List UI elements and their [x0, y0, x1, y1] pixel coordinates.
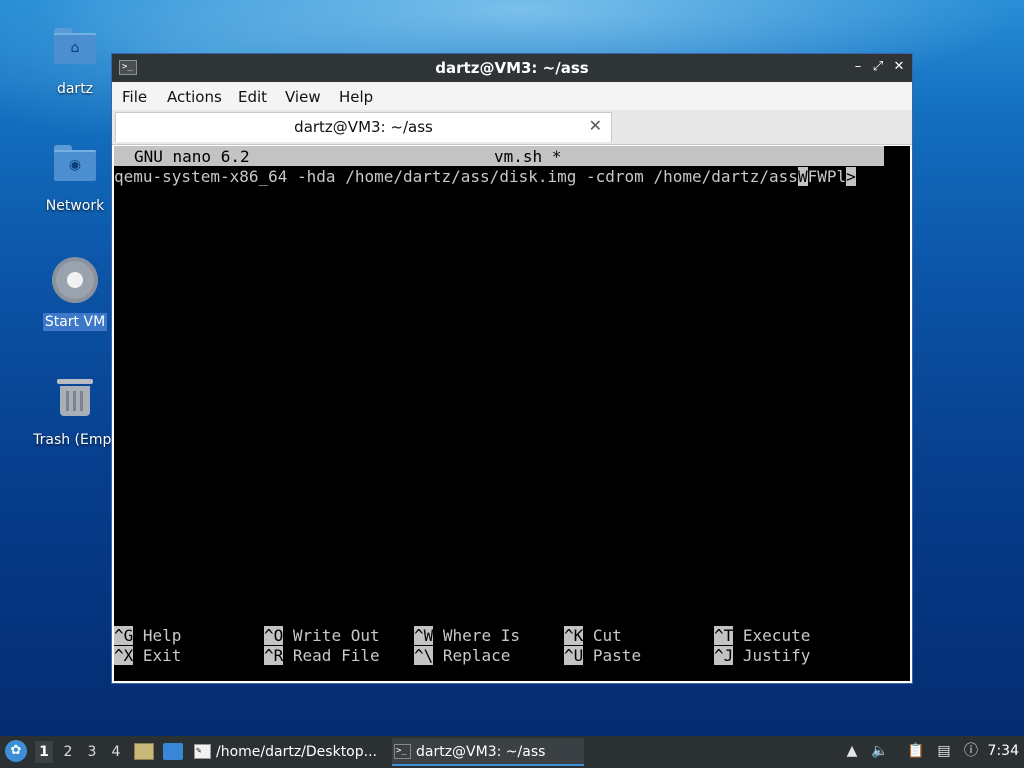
desktop-icon-label: Network: [45, 198, 105, 214]
maximize-button[interactable]: ⤢: [869, 58, 887, 76]
taskbar: ✿ 1 2 3 4 ✎ /home/dartz/Desktop... >_ da…: [0, 736, 1024, 768]
trash-icon: [51, 379, 99, 427]
workspace-4[interactable]: 4: [107, 741, 125, 763]
terminal-area[interactable]: GNU nano 6.2 vm.sh * qemu-system-x86_64 …: [114, 146, 910, 681]
gear-icon: [51, 261, 99, 309]
editor-line[interactable]: qemu-system-x86_64 -hda /home/dartz/ass/…: [114, 167, 856, 187]
shortcut-exit: ^X Exit: [114, 646, 182, 665]
home-folder-icon: ⌂: [51, 28, 99, 76]
terminal-window: >_ dartz@VM3: ~/ass – ⤢ ✕ File Actions E…: [111, 53, 913, 684]
shortcut-replace: ^\ Replace: [414, 646, 511, 665]
menu-bar: File Actions Edit View Help: [112, 82, 912, 110]
text-cursor: W: [797, 167, 808, 186]
menu-actions[interactable]: Actions: [167, 88, 222, 106]
close-button[interactable]: ✕: [890, 58, 908, 76]
show-desktop-icon[interactable]: [163, 743, 183, 760]
tab-label: dartz@VM3: ~/ass: [294, 118, 433, 136]
nano-filename: vm.sh *: [494, 147, 562, 166]
menu-edit[interactable]: Edit: [238, 88, 267, 106]
menu-help[interactable]: Help: [339, 88, 373, 106]
task-text-editor[interactable]: ✎ /home/dartz/Desktop...: [192, 738, 412, 766]
shortcut-help: ^G Help: [114, 626, 182, 645]
network-icon[interactable]: ▤: [935, 743, 953, 760]
editor-line-text: qemu-system-x86_64 -hda /home/dartz/ass/…: [114, 167, 798, 186]
shortcut-cut: ^K Cut: [564, 626, 622, 645]
text-editor-icon: ✎: [194, 744, 211, 759]
network-folder-icon: ◉: [51, 145, 99, 193]
desktop-icon-start-vm[interactable]: Start VM: [25, 256, 125, 331]
clipboard-icon[interactable]: 📋: [907, 743, 925, 760]
task-label: dartz@VM3: ~/ass: [416, 744, 546, 760]
workspace-2[interactable]: 2: [59, 741, 77, 763]
menu-file[interactable]: File: [122, 88, 147, 106]
desktop-icon-home[interactable]: ⌂ dartz: [25, 22, 125, 98]
menu-view[interactable]: View: [285, 88, 321, 106]
desktop-icon-network[interactable]: ◉ Network: [25, 139, 125, 215]
shortcut-paste: ^U Paste: [564, 646, 642, 665]
desktop-icon-label: dartz: [56, 81, 94, 97]
file-manager-icon[interactable]: [134, 743, 154, 760]
editor-line-tail: FWPl: [807, 167, 847, 186]
nano-version: GNU nano 6.2: [134, 147, 250, 166]
task-terminal[interactable]: >_ dartz@VM3: ~/ass: [392, 738, 584, 766]
desktop-icon-label: Trash (Empt: [33, 432, 117, 448]
notification-icon[interactable]: ⓘ: [962, 743, 980, 760]
nano-header: GNU nano 6.2 vm.sh *: [114, 146, 884, 166]
start-menu-button[interactable]: ✿: [5, 740, 27, 762]
terminal-icon: >_: [394, 744, 411, 759]
shortcut-justify: ^J Justify: [714, 646, 811, 665]
workspace-1[interactable]: 1: [35, 741, 53, 763]
task-label: /home/dartz/Desktop...: [216, 744, 377, 760]
desktop-icon-trash[interactable]: Trash (Empt: [25, 373, 125, 449]
line-overflow-marker: >: [846, 167, 856, 186]
window-titlebar[interactable]: >_ dartz@VM3: ~/ass – ⤢ ✕: [112, 54, 912, 82]
workspace-3[interactable]: 3: [83, 741, 101, 763]
minimize-button[interactable]: –: [849, 58, 867, 76]
tab-bar: dartz@VM3: ~/ass ✕: [112, 110, 912, 145]
clock[interactable]: 7:34: [988, 743, 1019, 759]
tab-terminal[interactable]: dartz@VM3: ~/ass ✕: [115, 112, 612, 142]
shortcut-where-is: ^W Where Is: [414, 626, 520, 645]
tab-close-icon[interactable]: ✕: [589, 116, 602, 135]
tray-arrow-icon[interactable]: ▲: [843, 743, 861, 760]
desktop-icon-label: Start VM: [42, 313, 108, 331]
shortcut-execute: ^T Execute: [714, 626, 811, 645]
window-title: dartz@VM3: ~/ass: [435, 59, 589, 77]
shortcut-read-file: ^R Read File: [264, 646, 380, 665]
shortcut-write-out: ^O Write Out: [264, 626, 380, 645]
volume-icon[interactable]: 🔈: [871, 743, 889, 760]
